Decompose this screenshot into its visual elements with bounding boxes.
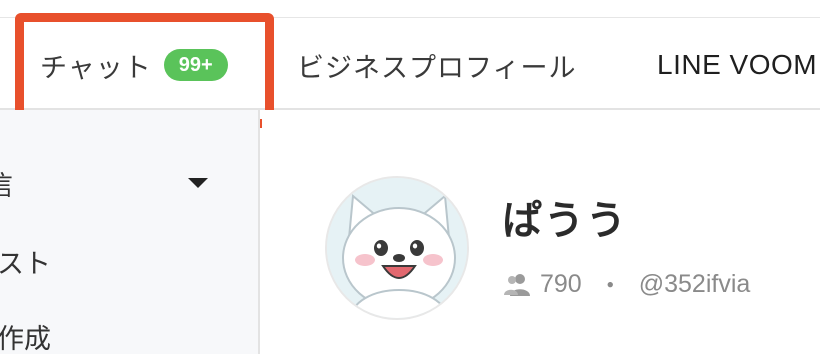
- separator: ・: [597, 272, 623, 300]
- profile-stats: 790 ・ @352ifvia: [502, 266, 750, 302]
- main-content: ぱうう 790 ・ @352ifvia: [262, 110, 820, 354]
- sidebar-item-1[interactable]: 信: [0, 164, 13, 203]
- avatar-image: [327, 178, 467, 318]
- people-icon: [504, 274, 530, 296]
- profile-name: ぱうう: [502, 198, 628, 244]
- sidebar-item-label: 信: [0, 171, 13, 202]
- sidebar-item-2[interactable]: スト: [0, 242, 51, 281]
- sidebar-item-label: スト: [0, 249, 51, 280]
- sidebar-item-label: 作成: [0, 324, 51, 355]
- sidebar-item-3[interactable]: 作成: [0, 317, 51, 356]
- tab-line-voom-label: LINE VOOM: [657, 49, 818, 80]
- tab-business-profile[interactable]: ビジネスプロフィール: [297, 40, 576, 90]
- sidebar: 信 スト 作成: [0, 110, 260, 356]
- line-id: @352ifvia: [638, 269, 751, 298]
- avatar[interactable]: [325, 176, 469, 320]
- tab-line-voom[interactable]: LINE VOOM: [657, 40, 817, 90]
- follower-count: 790: [540, 269, 582, 298]
- tab-business-profile-label: ビジネスプロフィール: [297, 52, 577, 84]
- chevron-down-icon[interactable]: [188, 178, 208, 188]
